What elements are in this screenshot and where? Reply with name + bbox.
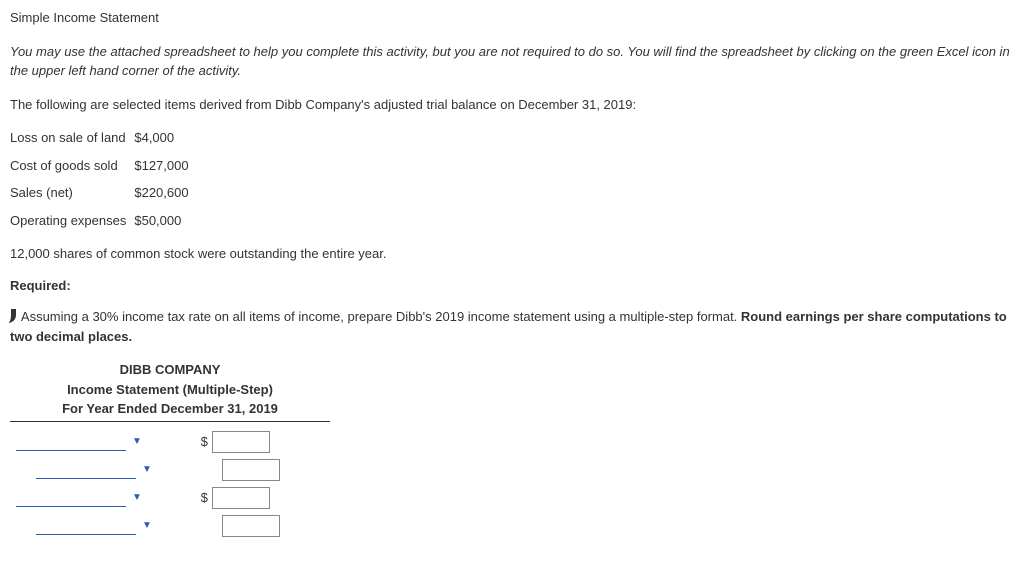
amount-input[interactable] — [222, 515, 280, 537]
requirement-body: Assuming a 30% income tax rate on all it… — [21, 309, 741, 324]
instructions-text: You may use the attached spreadsheet to … — [10, 42, 1014, 81]
tb-amount: $220,600 — [134, 179, 196, 207]
statement-row: ▼ $ — [10, 428, 1014, 456]
line-item-input[interactable] — [36, 516, 136, 535]
page-title: Simple Income Statement — [10, 8, 1014, 28]
statement-period: For Year Ended December 31, 2019 — [10, 399, 330, 422]
dropdown-icon[interactable]: ▼ — [132, 434, 142, 449]
table-row: Loss on sale of land $4,000 — [10, 124, 197, 152]
intro-text: The following are selected items derived… — [10, 95, 1014, 115]
line-item-input[interactable] — [16, 488, 126, 507]
tb-label: Sales (net) — [10, 179, 134, 207]
line-item-input[interactable] — [16, 432, 126, 451]
line-item-input[interactable] — [36, 460, 136, 479]
tb-label: Cost of goods sold — [10, 152, 134, 180]
tb-amount: $127,000 — [134, 152, 196, 180]
required-label: Required: — [10, 276, 1014, 296]
statement-title: Income Statement (Multiple-Step) — [10, 380, 330, 400]
statement-header: DIBB COMPANY Income Statement (Multiple-… — [10, 360, 330, 422]
statement-rows: ▼ $ ▼ $ ▼ $ ▼ $ — [10, 428, 1014, 540]
currency-symbol: $ — [198, 432, 208, 452]
requirement-text: Assuming a 30% income tax rate on all it… — [10, 307, 1014, 346]
statement-company: DIBB COMPANY — [10, 360, 330, 380]
statement-row: ▼ $ — [10, 456, 1014, 484]
statement-row: ▼ $ — [10, 484, 1014, 512]
currency-symbol: $ — [198, 488, 208, 508]
bullet-icon — [10, 309, 16, 323]
tb-label: Operating expenses — [10, 207, 134, 235]
trial-balance-table: Loss on sale of land $4,000 Cost of good… — [10, 124, 197, 234]
amount-input[interactable] — [212, 431, 270, 453]
table-row: Cost of goods sold $127,000 — [10, 152, 197, 180]
tb-amount: $50,000 — [134, 207, 196, 235]
amount-input[interactable] — [212, 487, 270, 509]
amount-input[interactable] — [222, 459, 280, 481]
tb-amount: $4,000 — [134, 124, 196, 152]
dropdown-icon[interactable]: ▼ — [132, 490, 142, 505]
tb-label: Loss on sale of land — [10, 124, 134, 152]
dropdown-icon[interactable]: ▼ — [142, 518, 152, 533]
table-row: Sales (net) $220,600 — [10, 179, 197, 207]
statement-row: ▼ $ — [10, 512, 1014, 540]
table-row: Operating expenses $50,000 — [10, 207, 197, 235]
dropdown-icon[interactable]: ▼ — [142, 462, 152, 477]
shares-note: 12,000 shares of common stock were outst… — [10, 244, 1014, 264]
